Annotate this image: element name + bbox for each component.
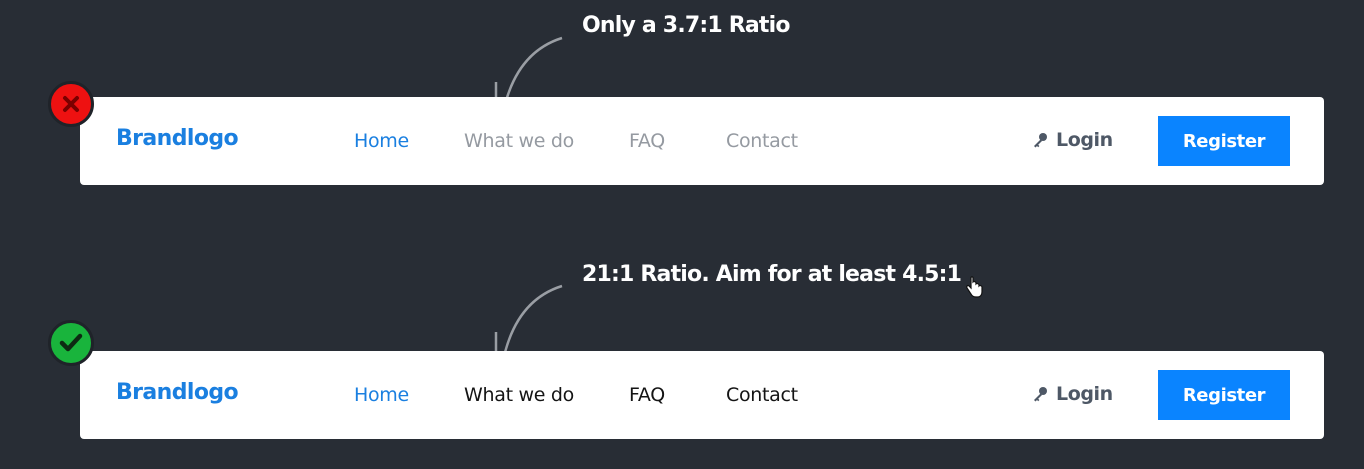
pass-badge	[48, 320, 94, 366]
nav-link-faq[interactable]: FAQ	[629, 384, 665, 406]
key-icon	[1034, 133, 1047, 148]
navbar-high-contrast: Brandlogo Home What we do FAQ Contact Lo…	[80, 351, 1324, 439]
login-link[interactable]: Login	[1032, 129, 1113, 151]
fail-badge	[48, 81, 94, 127]
nav-link-contact[interactable]: Contact	[726, 130, 798, 152]
register-button[interactable]: Register	[1158, 370, 1290, 420]
annotation-high-contrast: 21:1 Ratio. Aim for at least 4.5:1	[582, 262, 962, 287]
login-label: Login	[1056, 129, 1113, 151]
nav-link-what-we-do[interactable]: What we do	[464, 130, 574, 152]
login-label: Login	[1056, 383, 1113, 405]
annotation-low-contrast: Only a 3.7:1 Ratio	[582, 13, 791, 38]
nav-link-home[interactable]: Home	[354, 384, 409, 406]
nav-link-home[interactable]: Home	[354, 130, 409, 152]
register-button[interactable]: Register	[1158, 116, 1290, 166]
key-icon	[1034, 387, 1047, 402]
hand-cursor-icon	[966, 276, 983, 298]
brand-logo[interactable]: Brandlogo	[116, 380, 239, 405]
nav-link-faq[interactable]: FAQ	[629, 130, 665, 152]
login-link[interactable]: Login	[1032, 383, 1113, 405]
close-icon	[63, 96, 79, 112]
nav-link-contact[interactable]: Contact	[726, 384, 798, 406]
nav-link-what-we-do[interactable]: What we do	[464, 384, 574, 406]
navbar-low-contrast: Brandlogo Home What we do FAQ Contact Lo…	[80, 97, 1324, 185]
check-icon	[59, 333, 83, 352]
brand-logo[interactable]: Brandlogo	[116, 126, 239, 151]
